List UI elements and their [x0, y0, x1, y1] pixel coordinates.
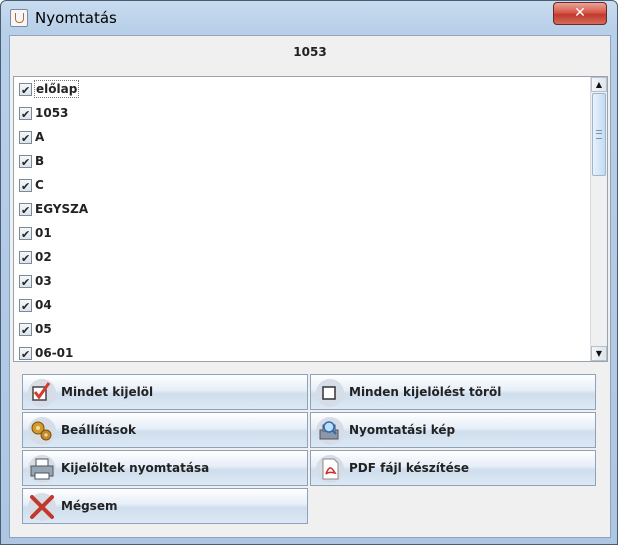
settings-icon [28, 417, 56, 445]
print-selected-label: Kijelöltek nyomtatása [61, 461, 210, 475]
checkbox-checked[interactable] [19, 81, 32, 101]
java-app-icon [10, 9, 28, 27]
checkbox-checked[interactable] [19, 321, 32, 341]
list-item-label: EGYSZA [35, 202, 89, 216]
grip-icon [596, 130, 602, 139]
checkbox-checked[interactable] [19, 105, 32, 125]
scroll-up-button[interactable]: ▲ [591, 77, 607, 92]
print-dialog-window: Nyomtatás ✕ 1053 előlap 1053 ABC EGYSZA 01 02… [0, 0, 618, 545]
list-item-label: 03 [35, 274, 52, 288]
list-item-label: 06-01 [35, 346, 74, 360]
window-title: Nyomtatás [35, 9, 117, 27]
checkbox-checked[interactable] [19, 297, 32, 317]
deselect-all-label: Minden kijelölést töröl [349, 385, 502, 399]
printer-icon [28, 455, 56, 483]
checkbox-checked[interactable] [19, 129, 32, 149]
cancel-button[interactable]: Mégsem [22, 488, 308, 524]
checkbox-checked[interactable] [19, 201, 32, 221]
checked-box-icon [28, 379, 56, 407]
print-preview-icon [316, 417, 344, 445]
cancel-label: Mégsem [61, 499, 118, 513]
list-item-label: B [35, 154, 45, 168]
list-item-label: A [35, 130, 45, 144]
section-list: előlap 1053 ABC EGYSZA 01 02 03 04 05 06-01 ▲ ▼ [13, 76, 608, 362]
close-button[interactable]: ✕ [553, 2, 607, 25]
document-title: 1053 [293, 45, 327, 59]
pdf-icon [316, 455, 344, 483]
vertical-scrollbar[interactable]: ▲ ▼ [590, 77, 607, 361]
select-all-label: Mindet kijelöl [61, 385, 154, 399]
list-item-label: C [35, 178, 44, 192]
print-selected-button[interactable]: Kijelöltek nyomtatása [22, 450, 308, 486]
empty-box-icon [316, 379, 344, 407]
title-bar[interactable]: Nyomtatás ✕ [1, 1, 617, 35]
list-item-label: 01 [35, 226, 52, 240]
checkbox-checked[interactable] [19, 249, 32, 269]
settings-button[interactable]: Beállítások [22, 412, 308, 448]
cancel-x-icon [28, 493, 56, 521]
checkbox-checked[interactable] [19, 345, 32, 361]
list-item-label: 1053 [35, 106, 69, 120]
settings-label: Beállítások [61, 423, 136, 437]
deselect-all-button[interactable]: Minden kijelölést töröl [310, 374, 596, 410]
dialog-content: 1053 előlap 1053 ABC EGYSZA 01 02 03 04 05 06-01 … [9, 35, 611, 538]
list-item-label: előlap [34, 80, 80, 98]
select-all-button[interactable]: Mindet kijelöl [22, 374, 308, 410]
print-preview-button[interactable]: Nyomtatási kép [310, 412, 596, 448]
checkbox-checked[interactable] [19, 225, 32, 245]
pdf-button[interactable]: PDF fájl készítése [310, 450, 596, 486]
list-item-label: 04 [35, 298, 52, 312]
list-item-label: 02 [35, 250, 52, 264]
checkbox-checked[interactable] [19, 273, 32, 293]
checkbox-checked[interactable] [19, 153, 32, 173]
scroll-thumb[interactable] [592, 93, 606, 176]
list-item-label: 05 [35, 322, 52, 336]
scroll-down-button[interactable]: ▼ [591, 346, 607, 361]
print-preview-label: Nyomtatási kép [349, 423, 456, 437]
pdf-label: PDF fájl készítése [349, 461, 470, 475]
checkbox-checked[interactable] [19, 177, 32, 197]
